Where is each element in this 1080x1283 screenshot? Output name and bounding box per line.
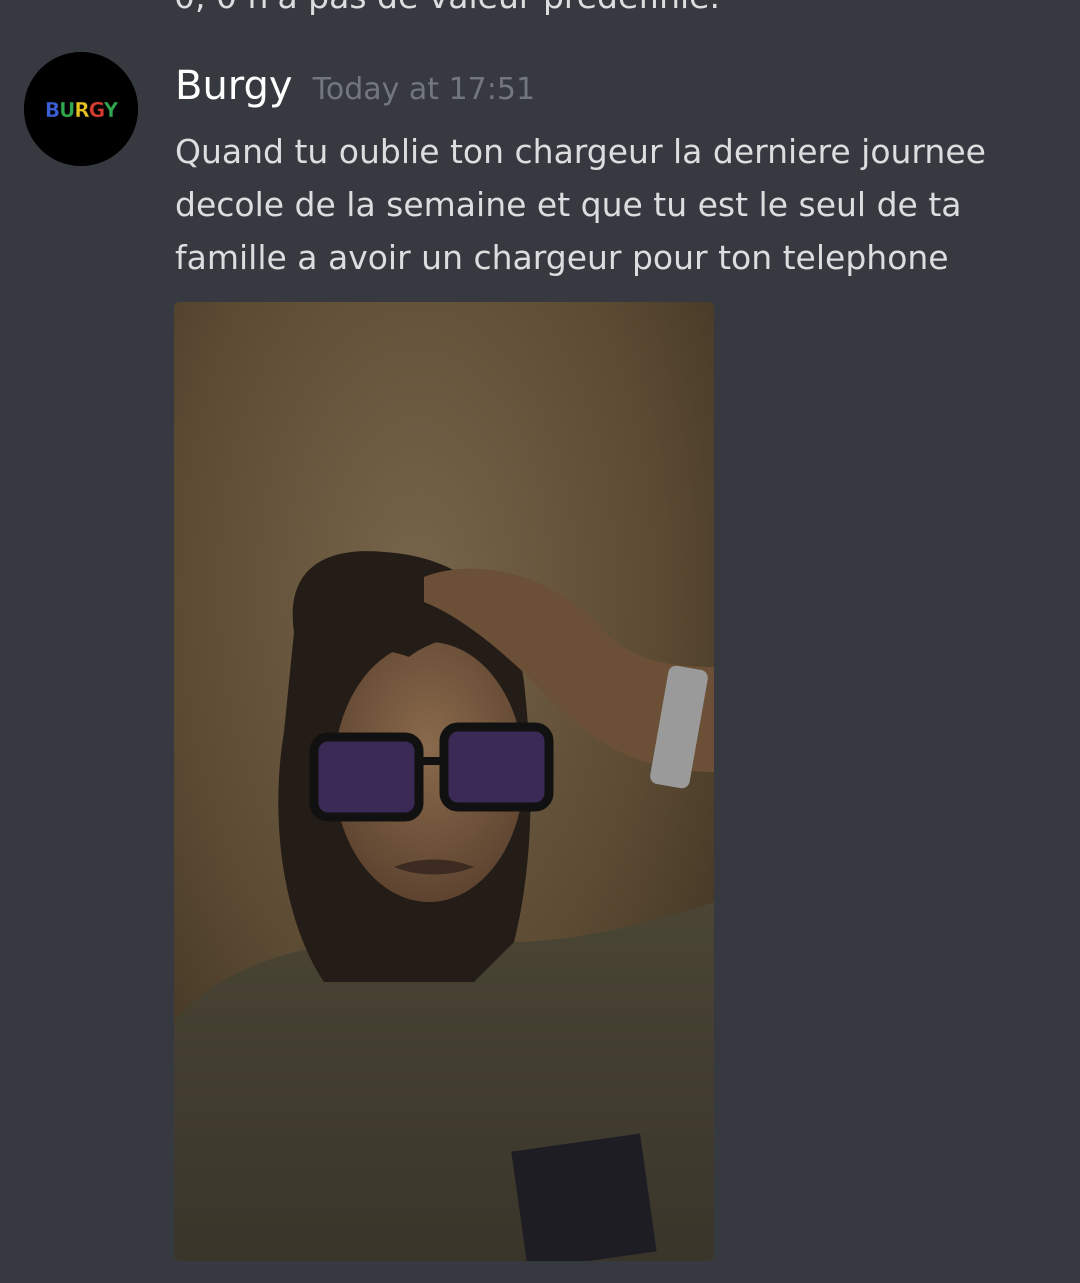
- attachment-photo: [174, 302, 714, 1261]
- burgy-logo-icon: BURGY: [24, 52, 138, 166]
- message-header: Burgy Today at 17:51: [175, 60, 535, 112]
- message-timestamp: Today at 17:51: [312, 72, 536, 107]
- user-avatar[interactable]: BURGY: [24, 52, 138, 166]
- username[interactable]: Burgy: [175, 60, 293, 112]
- image-attachment[interactable]: [174, 302, 714, 1261]
- previous-message-text: 0, 0 n'a pas de valeur prédéfinie.: [174, 0, 720, 20]
- svg-text:BURGY: BURGY: [45, 98, 119, 122]
- message-content: Quand tu oublie ton chargeur la derniere…: [175, 132, 986, 277]
